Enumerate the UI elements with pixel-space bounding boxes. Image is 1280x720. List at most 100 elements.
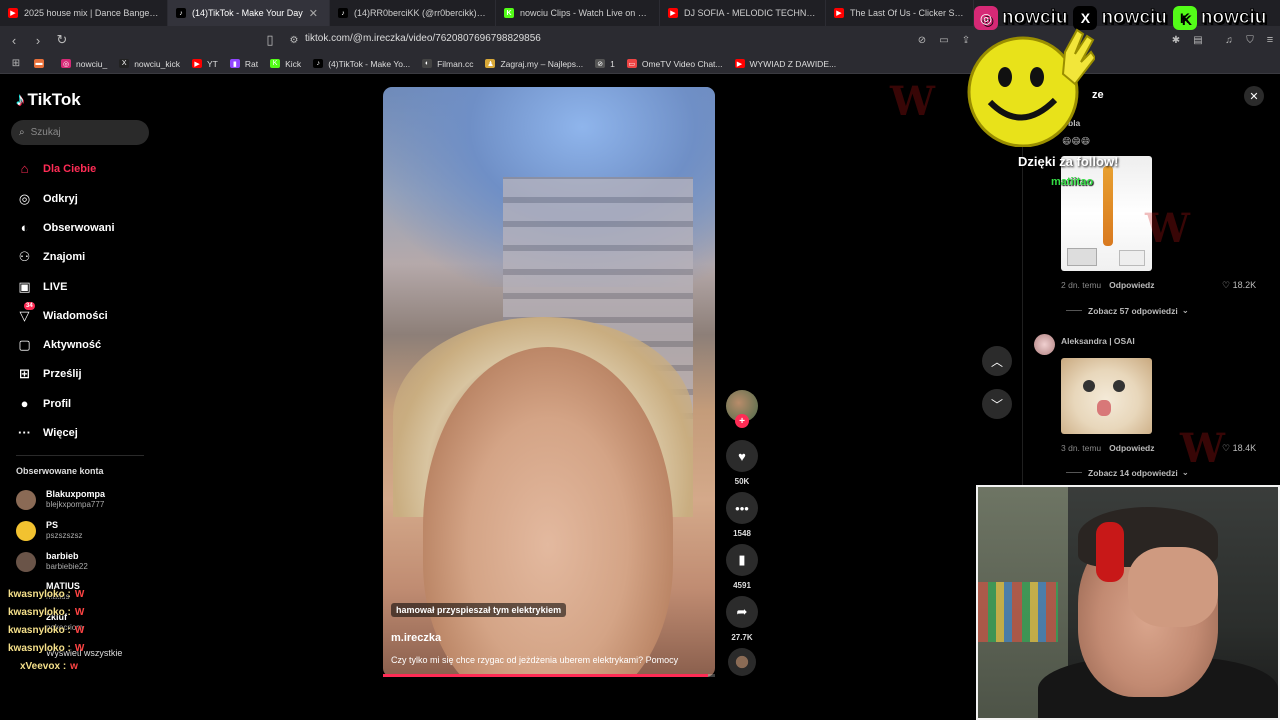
previous-video-button[interactable]: ︿ [982,346,1012,376]
follow-alert-text: Dzięki za follow! [1018,154,1119,169]
tab-label: (14)RR0berciKK (@rr0bercikk) | TikTo [354,8,487,18]
tab-favicon-icon: ▶ [834,8,844,18]
forward-icon[interactable]: › [28,30,48,50]
bookmark-favicon-icon: ▮ [229,59,240,68]
sidebar-item-profil[interactable]: ● Profil [16,395,72,412]
back-icon[interactable]: ‹ [4,30,24,50]
save-count: 4591 [733,581,751,590]
chat-message: kwasnyloko :W [8,589,84,600]
bookmark-item[interactable]: Xnowciu_kick [119,59,180,69]
like-count: 50K [734,477,750,486]
browser-tab[interactable]: Knowciu Clips - Watch Live on Kick [496,0,660,26]
sidebar-item-aktywno-[interactable]: ▢ Aktywność [16,336,101,353]
streamer-webcam [976,485,1280,720]
bookmark-label: Zagraj.my – Najleps... [500,58,584,69]
reload-icon[interactable]: ↻ [52,30,72,50]
sidebar-item-live[interactable]: ▣ LIVE [16,278,67,295]
comment-button[interactable]: ••• 1548 [726,492,758,538]
box-shape [1119,250,1145,266]
smiley-emoji-icon [967,28,1095,147]
bookmark-favicon-icon: ▬ [34,59,44,68]
browser-tab[interactable]: ▶ DJ SOFIA - MELODIC TECHNO & FU [660,0,826,26]
bookmark-icon[interactable]: ▯ [260,30,280,50]
like-button[interactable]: ♥ 50K [726,440,758,486]
notification-badge: 34 [24,302,35,310]
tiktok-logo[interactable]: ♪ TikTok [16,90,81,110]
sidebar-item-znajomi[interactable]: ⚇ Znajomi [16,248,86,265]
sidebar-item-prze-lij[interactable]: ⊞ Prześlij [16,365,81,382]
comment-username[interactable]: Aleksandra | OSAI [1061,336,1135,346]
bookmark-item[interactable]: ▬ [34,59,49,68]
cast-icon[interactable]: ▭ [934,30,954,50]
sidebar-item-wi-cej[interactable]: ··· Więcej [16,424,78,441]
music-icon[interactable]: ♫ [1219,30,1239,50]
bookmark-item[interactable]: ▶ YT [192,59,218,69]
tab-favicon-icon: K [504,8,514,18]
bookmark-item[interactable]: ♟ Zagraj.my – Najleps... [485,59,583,69]
bookmark-item[interactable]: ◎ nowciu_ [61,59,107,69]
site-settings-icon[interactable]: ⚙ [284,30,304,50]
avatar[interactable] [1034,334,1055,355]
bookmark-label: Filman.cc [437,58,474,69]
save-button[interactable]: ▮ 4591 [726,544,758,590]
bookmark-item[interactable]: ▶ WYWIAD Z DAWIDE... [734,59,836,69]
browser-tab[interactable]: ♪ (14)RR0berciKK (@rr0bercikk) | TikTo [330,0,496,26]
view-replies-button[interactable]: Zobacz 14 odpowiedzi ⌄ [1066,467,1189,478]
chat-message: kwasnyloko :W [8,607,84,618]
bookmark-item[interactable]: ⊘ 1 [595,59,615,69]
webcam-shelf [978,582,1058,642]
bookmark-item[interactable]: K Kick [270,59,301,69]
bookmark-label: Rat [244,58,259,69]
url-field[interactable]: tiktok.com/@m.ireczka/video/762080769679… [305,33,541,44]
bookmark-item[interactable]: ▭ OmeTV Video Chat... [626,59,723,69]
video-description: Czy tylko mi się chce rzygac od jeżdżeni… [391,655,679,665]
followed-account[interactable]: Blakuxpompa blejkxpompa777 [16,489,105,510]
music-disc[interactable] [728,648,756,676]
shield-icon[interactable]: ⛉ [1240,30,1260,50]
comment-like[interactable]: ♡ 18.2K [1222,280,1256,291]
account-handle: barbiebie22 [46,562,88,571]
browser-tab[interactable]: ▶ The Last Of Us - Clicker Sound Effe [826,0,974,26]
video-progress-fill [383,674,709,677]
close-comments-button[interactable]: ✕ [1244,86,1264,106]
menu-icon[interactable]: ≡ [1260,30,1280,50]
browser-tab[interactable]: ▶ 2025 house mix | Dance Bangers - Yo [0,0,168,26]
bookmark-item[interactable]: ♪ (4)TikTok - Make Yo... [313,59,410,69]
video-player[interactable] [383,87,715,677]
bookmark-item[interactable]: ▮ Rat [229,58,259,69]
w-watermark: W [1180,425,1225,472]
upload-icon: ⊞ [19,365,30,381]
chat-text: w [70,661,78,672]
bookmark-item[interactable]: ◐ Filman.cc [422,59,473,69]
followed-account[interactable]: barbieb barbiebie22 [16,551,88,572]
bookmark-favicon-icon: ⊘ [595,59,606,68]
social-link: Knowciu [1172,6,1267,30]
sidebar-item-dla-ciebie[interactable]: ⌂ Dla Ciebie [16,160,97,177]
no-tracking-icon[interactable]: ⊘ [912,30,932,50]
close-tab-icon[interactable]: ✕ [309,7,318,20]
video-progress-bar[interactable] [383,674,715,677]
apps-grid-icon[interactable]: ⊞ [6,54,26,74]
sidebar-item-odkryj[interactable]: ◎ Odkryj [16,190,78,207]
reply-button[interactable]: Odpowiedz [1109,443,1154,453]
search-input[interactable]: ⌕ Szukaj [11,120,149,145]
sidebar-item-obserwowani[interactable]: ◐ Obserwowani [16,219,115,236]
divider [1066,310,1082,311]
view-replies-button[interactable]: Zobacz 57 odpowiedzi ⌄ [1066,305,1189,316]
sidebar-item-wiadomo-ci[interactable]: ▽ 34 Wiadomości [16,302,108,324]
tab-favicon-icon: ▶ [668,8,678,18]
comment-like[interactable]: ♡ 18.4K [1222,443,1256,454]
extensions-icon[interactable]: ✱ [1166,30,1186,50]
sidebar-icon[interactable]: ▤ [1188,30,1208,50]
reply-button[interactable]: Odpowiedz [1109,280,1154,290]
share-button[interactable]: ➦ 27.7K [726,596,758,642]
bookmark-favicon-icon: ◎ [61,59,71,68]
followed-account[interactable]: PS pszszszsz [16,520,82,541]
video-author[interactable]: m.ireczka [391,632,441,644]
follow-plus-icon[interactable]: + [735,414,749,428]
browser-tab[interactable]: ♪ (14)TikTok - Make Your Day ✕ [168,0,330,26]
webcam-headset [1096,522,1124,582]
more-icon: ··· [18,425,31,440]
w-watermark: W [1145,205,1190,252]
next-video-button[interactable]: ﹀ [982,389,1012,419]
